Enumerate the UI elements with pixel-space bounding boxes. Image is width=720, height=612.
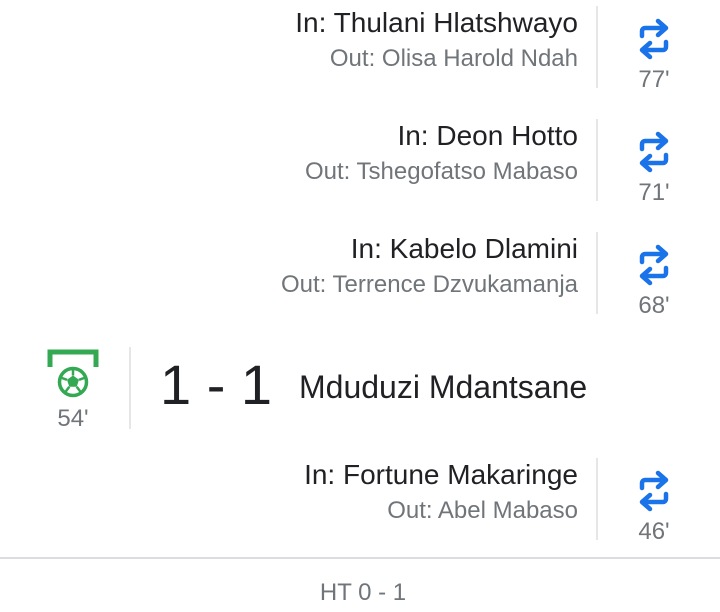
swap-arrows-icon [639, 470, 669, 512]
divider [596, 232, 598, 314]
player-in: In: Kabelo Dlamini [350, 233, 578, 264]
event-minute: 77' [638, 66, 670, 93]
swap-arrows-icon [639, 244, 669, 286]
substitution-players: In: Kabelo Dlamini Out: Terrence Dzvukam… [281, 232, 578, 300]
divider [596, 6, 598, 88]
substitution-event: In: Deon Hotto Out: Tshegofatso Mabaso 7… [0, 119, 720, 219]
halftime-divider [0, 557, 720, 559]
event-minute: 54' [57, 405, 89, 432]
player-in: In: Fortune Makaringe [304, 459, 578, 490]
substitution-event: In: Fortune Makaringe Out: Abel Mabaso 4… [0, 458, 720, 558]
substitution-players: In: Thulani Hlatshwayo Out: Olisa Harold… [295, 6, 578, 74]
divider [596, 458, 598, 540]
substitution-players: In: Fortune Makaringe Out: Abel Mabaso [304, 458, 578, 526]
player-in: In: Deon Hotto [397, 120, 578, 151]
swap-arrows-icon [639, 131, 669, 173]
substitution-event: In: Thulani Hlatshwayo Out: Olisa Harold… [0, 6, 720, 106]
substitution-players: In: Deon Hotto Out: Tshegofatso Mabaso [305, 119, 578, 187]
event-minute: 71' [638, 179, 670, 206]
substitution-event: In: Kabelo Dlamini Out: Terrence Dzvukam… [0, 232, 720, 332]
player-out: Out: Tshegofatso Mabaso [304, 158, 578, 185]
player-out: Out: Olisa Harold Ndah [329, 45, 578, 72]
swap-arrows-icon [639, 18, 669, 60]
player-out: Out: Terrence Dzvukamanja [280, 271, 578, 298]
goal-event: 54' 1 - 1 Mduduzi Mdantsane [0, 345, 720, 435]
divider [596, 119, 598, 201]
player-in: In: Thulani Hlatshwayo [295, 7, 578, 38]
score: 1 - 1 [160, 353, 273, 416]
halftime-score: HT 0 - 1 [319, 579, 407, 606]
event-minute: 46' [638, 518, 670, 545]
divider [129, 347, 131, 429]
event-minute: 68' [638, 292, 670, 319]
goal-scorer: Mduduzi Mdantsane [299, 369, 588, 405]
soccer-ball-goal-icon [47, 349, 99, 398]
player-out: Out: Abel Mabaso [387, 497, 578, 524]
